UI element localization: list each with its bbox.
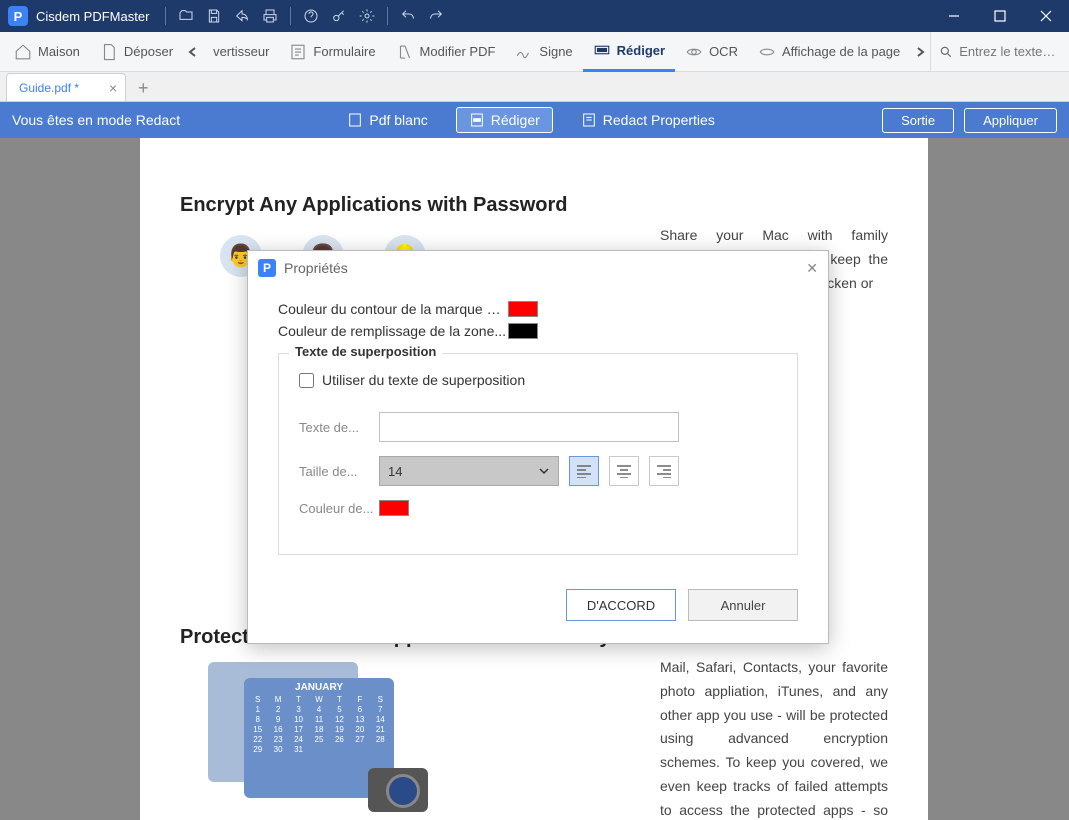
align-left-button[interactable] — [569, 456, 599, 486]
title-bar: P Cisdem PDFMaster — [0, 0, 1069, 32]
nav-home[interactable]: Maison — [4, 32, 90, 72]
dialog-logo-icon: P — [258, 259, 276, 277]
redact-mode-bar: Vous êtes en mode Redact Pdf blanc Rédig… — [0, 102, 1069, 138]
nav-sign[interactable]: Signe — [505, 32, 582, 72]
nav-view[interactable]: Affichage de la page — [748, 32, 910, 72]
apply-button[interactable]: Appliquer — [964, 108, 1057, 133]
use-overlay-checkbox[interactable] — [299, 373, 314, 388]
font-size-select[interactable]: 14 — [379, 456, 559, 486]
doc-paragraph: Mail, Safari, Contacts, your favorite ph… — [660, 656, 888, 820]
nav-edit[interactable]: Modifier PDF — [386, 32, 506, 72]
main-toolbar: Maison Déposer vertisseur Formulaire Mod… — [0, 32, 1069, 72]
app-title: Cisdem PDFMaster — [36, 9, 149, 24]
doc-illustration: JANUARY SMTWTFS1234567891011121314151617… — [208, 662, 428, 820]
outline-color-swatch[interactable] — [508, 301, 538, 317]
undo-icon[interactable] — [396, 4, 420, 28]
nav-converter[interactable]: vertisseur — [203, 32, 279, 72]
mode-status: Vous êtes en mode Redact — [12, 112, 180, 128]
fill-color-swatch[interactable] — [508, 323, 538, 339]
minimize-button[interactable] — [931, 0, 977, 32]
label-overlay-text: Texte de... — [299, 420, 379, 435]
nav-ocr[interactable]: OCR — [675, 32, 748, 72]
dialog-close-icon[interactable]: ✕ — [806, 260, 818, 277]
label-text-color: Couleur de... — [299, 501, 379, 516]
align-center-button[interactable] — [609, 456, 639, 486]
label-font-size: Taille de... — [299, 464, 379, 479]
ok-button[interactable]: D'ACCORD — [566, 589, 676, 621]
exit-button[interactable]: Sortie — [882, 108, 954, 133]
align-right-button[interactable] — [649, 456, 679, 486]
properties-dialog: P Propriétés ✕ Couleur du contour de la … — [247, 250, 829, 644]
open-icon[interactable] — [174, 4, 198, 28]
search-input[interactable] — [959, 44, 1057, 59]
document-tab[interactable]: Guide.pdf * × — [6, 73, 126, 101]
save-icon[interactable] — [202, 4, 226, 28]
key-icon[interactable] — [327, 4, 351, 28]
help-icon[interactable] — [299, 4, 323, 28]
label-outline-color: Couleur du contour de la marque de... — [278, 301, 508, 317]
tab-add-button[interactable]: + — [130, 75, 156, 101]
chevron-down-icon — [538, 465, 550, 477]
overlay-text-input[interactable] — [379, 412, 679, 442]
tab-close-icon[interactable]: × — [109, 80, 117, 96]
search-icon — [939, 45, 953, 59]
nav-redact[interactable]: Rédiger — [583, 32, 675, 72]
label-fill-color: Couleur de remplissage de la zone... — [278, 323, 508, 339]
overlay-text-group: Texte de superposition Utiliser du texte… — [278, 353, 798, 555]
print-icon[interactable] — [258, 4, 282, 28]
nav-form[interactable]: Formulaire — [279, 32, 385, 72]
camera-icon — [368, 768, 428, 812]
mode-redact[interactable]: Rédiger — [456, 107, 553, 133]
search-box[interactable] — [930, 32, 1065, 71]
nav-prev[interactable] — [183, 46, 203, 58]
redo-icon[interactable] — [424, 4, 448, 28]
mode-whiteout[interactable]: Pdf blanc — [335, 107, 439, 133]
checkbox-label: Utiliser du texte de superposition — [322, 372, 525, 388]
tab-strip: Guide.pdf * × + — [0, 72, 1069, 102]
close-button[interactable] — [1023, 0, 1069, 32]
doc-heading-1: Encrypt Any Applications with Password — [180, 194, 888, 217]
nav-file[interactable]: Déposer — [90, 32, 183, 72]
dialog-titlebar[interactable]: P Propriétés ✕ — [248, 251, 828, 285]
cancel-button[interactable]: Annuler — [688, 589, 798, 621]
tab-label: Guide.pdf * — [19, 81, 79, 95]
share-icon[interactable] — [230, 4, 254, 28]
group-title: Texte de superposition — [289, 344, 442, 359]
mode-properties[interactable]: Redact Properties — [569, 107, 727, 133]
settings-icon[interactable] — [355, 4, 379, 28]
app-logo: P — [8, 6, 28, 26]
dialog-title: Propriétés — [284, 260, 348, 276]
text-color-swatch[interactable] — [379, 500, 409, 516]
nav-next[interactable] — [910, 46, 930, 58]
maximize-button[interactable] — [977, 0, 1023, 32]
